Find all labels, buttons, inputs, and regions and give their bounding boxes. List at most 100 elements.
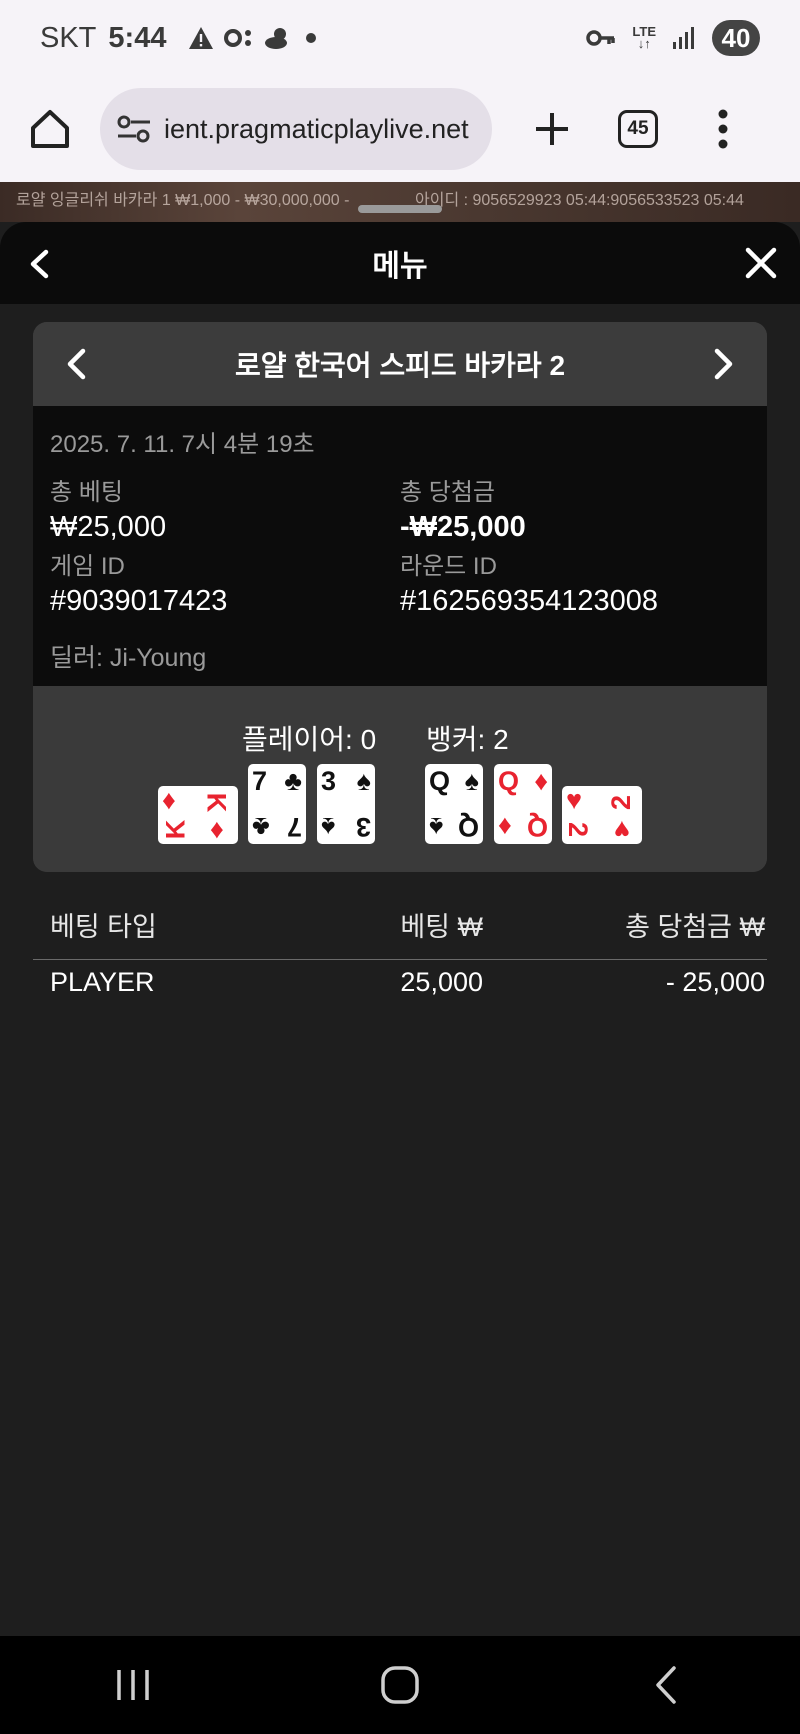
player-card-1: ♦ K K ♦ <box>158 786 238 844</box>
bets-table-header: 베팅 타입 베팅 ₩ 총 당첨금 ₩ <box>33 890 767 960</box>
card-suit: ♠ <box>321 812 336 842</box>
banker-card-1: Q ♠ ♠ Q <box>425 764 483 844</box>
dealer-name: 딜러: Ji-Young <box>50 644 207 672</box>
card-suit: ♣ <box>252 812 270 842</box>
battery-indicator: 40 <box>712 20 760 56</box>
banker-score: 뱅커: 2 <box>426 724 509 755</box>
player-card-2: 7 ♣ ♣ 7 <box>248 764 306 844</box>
previous-game-icon[interactable] <box>57 344 97 384</box>
clock: 5:44 <box>108 21 167 54</box>
card-rank: K <box>160 819 191 840</box>
bet-history-card: 로얄 한국어 스피드 바카라 2 2025. 7. 11. 7시 4분 19초 … <box>33 322 767 872</box>
lte-icon: LTE ↓↑ <box>632 24 656 51</box>
card-suit: ♦ <box>498 812 512 842</box>
card-rank: Q <box>526 812 548 842</box>
recents-icon <box>117 1670 150 1700</box>
back-icon[interactable] <box>20 244 60 284</box>
address-bar[interactable]: ient.pragmaticplaylive.net <box>100 88 492 170</box>
card-rank: Q <box>498 766 520 796</box>
total-win-value: -₩25,000 <box>400 511 526 543</box>
round-date: 2025. 7. 11. 7시 4분 19초 <box>50 431 315 458</box>
more-vert-icon <box>718 109 728 149</box>
sheet-drag-handle[interactable] <box>358 205 442 213</box>
key-icon <box>586 30 616 46</box>
card-rank: Q <box>429 766 451 796</box>
card-suit: ♦ <box>210 814 224 844</box>
video-table-info: 로얄 잉글리쉬 바카라 1 ₩1,000 - ₩30,000,000 - <box>16 192 350 209</box>
home-button[interactable] <box>20 99 80 159</box>
round-details: 2025. 7. 11. 7시 4분 19초 총 베팅 ₩25,000 총 당첨… <box>33 406 767 686</box>
back-nav-icon <box>655 1666 676 1704</box>
warning-icon <box>189 27 214 49</box>
card-rank: 2 <box>606 794 637 811</box>
row-bet-type: PLAYER <box>50 966 155 997</box>
game-id-label: 게임 ID <box>50 553 125 580</box>
network-type: LTE <box>632 24 656 39</box>
recents-button[interactable] <box>103 1660 163 1710</box>
card-rank: Q <box>457 812 479 842</box>
carrier-label: SKT <box>40 21 97 54</box>
header-bet-amount: 베팅 ₩ <box>400 912 483 942</box>
game-navigator: 로얄 한국어 스피드 바카라 2 <box>33 322 767 406</box>
game-video-background: 로얄 잉글리쉬 바카라 1 ₩1,000 - ₩30,000,000 - 아이디… <box>0 182 800 222</box>
browser-toolbar: ient.pragmaticplaylive.net 45 <box>0 76 800 182</box>
game-id-value: #9039017423 <box>50 585 228 617</box>
card-rank: K <box>201 792 232 813</box>
system-nav-bar <box>0 1636 800 1734</box>
plus-icon <box>536 113 568 145</box>
card-rank: 7 <box>286 812 302 842</box>
row-total-win: - 25,000 <box>665 966 765 997</box>
menu-panel: 메뉴 로얄 한국어 스피드 바카라 2 2025. 7. 11. 7시 4분 1… <box>0 222 800 1636</box>
back-nav-button[interactable] <box>637 1660 697 1710</box>
notification-icons <box>188 26 320 50</box>
card-rank: 7 <box>252 766 268 796</box>
card-suit: ♦ <box>534 766 548 796</box>
home-nav-button[interactable] <box>370 1660 430 1710</box>
new-tab-button[interactable] <box>522 99 582 159</box>
card-rank: 3 <box>355 812 371 842</box>
banker-card-3: ♥ 2 2 ♥ <box>562 785 642 845</box>
card-rank: 2 <box>563 821 594 838</box>
card-suit: ♠ <box>356 766 371 796</box>
game-name: 로얄 한국어 스피드 바카라 2 <box>234 350 566 381</box>
total-win-block: 총 당첨금 -₩25,000 <box>400 472 526 544</box>
player-score: 플레이어: 0 <box>242 724 377 755</box>
banker-card-2: Q ♦ ♦ Q <box>494 764 552 844</box>
round-id-label: 라운드 ID <box>400 553 497 580</box>
card-suit: ♥ <box>566 785 583 815</box>
total-bet-block: 총 베팅 ₩25,000 <box>50 472 166 544</box>
home-circle-icon <box>381 1666 419 1704</box>
video-user-info: 아이디 : 9056529923 05:44:9056533523 05:44 <box>415 192 744 209</box>
status-right: LTE ↓↑ 40 <box>586 20 760 56</box>
round-id-value: #162569354123008 <box>400 585 659 617</box>
card-rank: 3 <box>321 766 337 796</box>
next-game-icon[interactable] <box>703 344 743 384</box>
card-suit: ♣ <box>284 766 302 796</box>
total-bet-label: 총 베팅 <box>50 479 123 506</box>
card-suit: ♠ <box>429 812 444 842</box>
tab-switcher-button[interactable]: 45 <box>618 110 658 148</box>
panel-title: 메뉴 <box>372 250 428 283</box>
status-bar: SKT 5:44 LTE ↓↑ 40 <box>0 0 800 76</box>
total-bet-value: ₩25,000 <box>50 511 167 543</box>
more-menu-button[interactable] <box>708 99 738 159</box>
close-icon[interactable] <box>740 242 782 284</box>
url-text: ient.pragmaticplaylive.net <box>164 113 469 144</box>
row-bet-amount: 25,000 <box>400 966 483 997</box>
round-result: 플레이어: 0 뱅커: 2 ♦ K K ♦ 7 ♣ ♣ 7 3 ♠ ♠ 3 Q … <box>33 686 767 872</box>
header-total-win: 총 당첨금 ₩ <box>625 912 765 942</box>
toggle-icon <box>224 29 252 47</box>
round-id-block: 라운드 ID #162569354123008 <box>400 546 658 618</box>
card-suit: ♠ <box>464 766 479 796</box>
game-id-block: 게임 ID #9039017423 <box>50 546 227 618</box>
player-card-3: 3 ♠ ♠ 3 <box>317 764 375 844</box>
header-bet-type: 베팅 타입 <box>50 912 157 942</box>
home-icon <box>31 110 69 148</box>
panel-header: 메뉴 <box>0 222 800 304</box>
total-win-label: 총 당첨금 <box>400 479 495 506</box>
signal-icon <box>673 27 694 49</box>
dot-icon <box>306 33 317 43</box>
bets-table: 베팅 타입 베팅 ₩ 총 당첨금 ₩ PLAYER 25,000 - 25,00… <box>33 890 767 1004</box>
site-settings-icon[interactable] <box>116 114 152 144</box>
status-left: SKT 5:44 <box>40 22 320 55</box>
